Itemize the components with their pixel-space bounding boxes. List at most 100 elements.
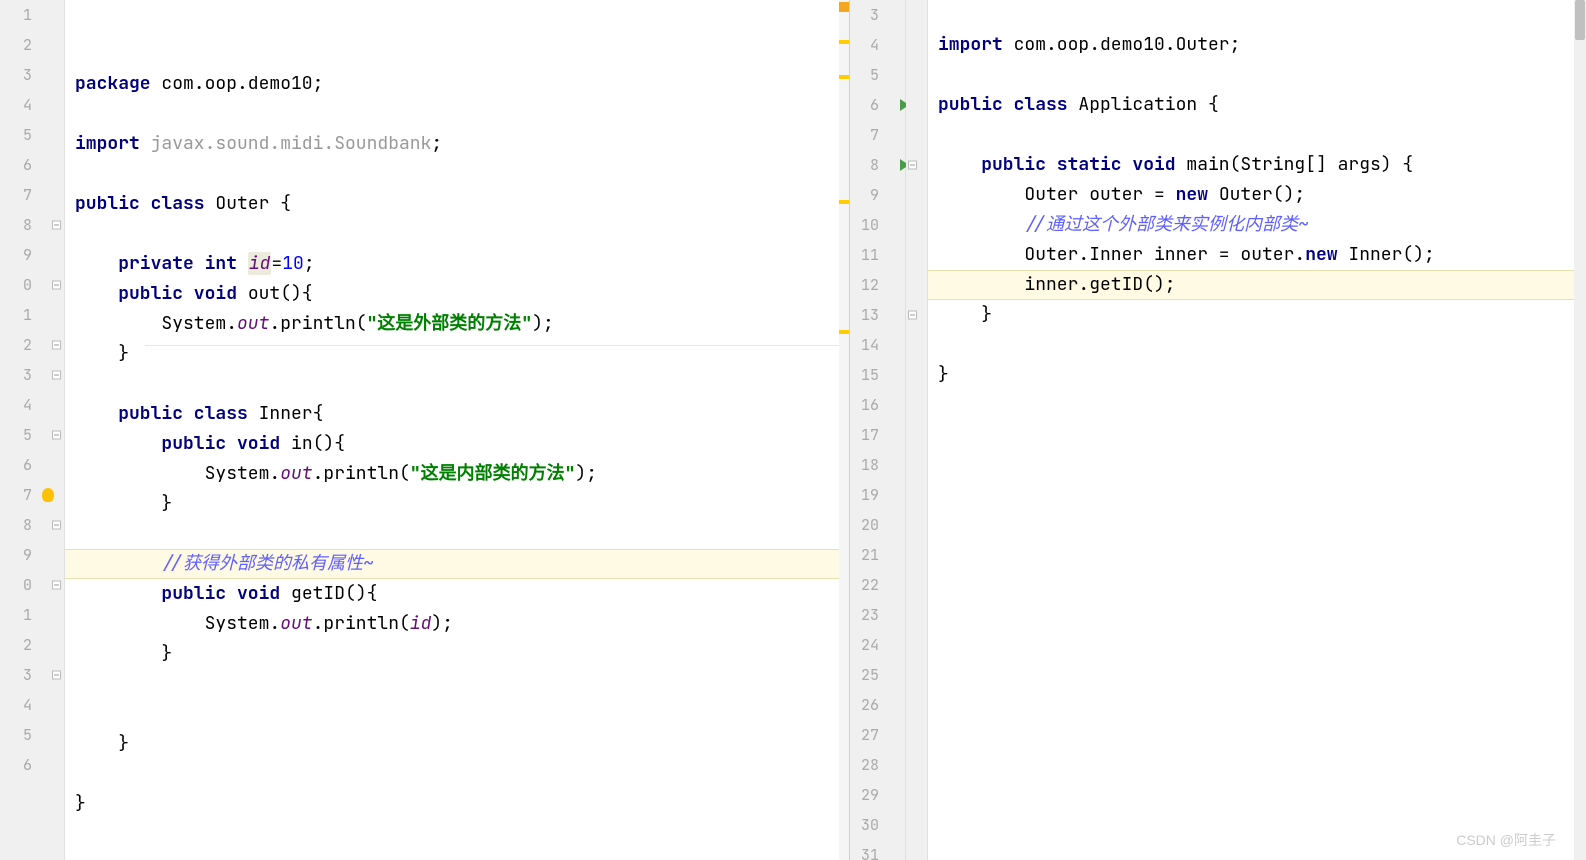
line-number[interactable]: 7	[0, 480, 38, 510]
warning-marker[interactable]	[839, 330, 849, 334]
line-number[interactable]: 28	[850, 750, 885, 780]
code-line[interactable]	[65, 219, 849, 249]
left-gutter[interactable]: 12345678901234567890123456	[0, 0, 65, 860]
code-line[interactable]: }	[65, 729, 849, 759]
code-line[interactable]: public class Application {	[928, 90, 1586, 120]
code-line[interactable]	[928, 660, 1586, 690]
gutter-row[interactable]: 7	[850, 120, 905, 150]
gutter-row[interactable]: 18	[850, 450, 905, 480]
gutter-row[interactable]: 31	[850, 840, 905, 860]
code-line[interactable]: Outer outer = new Outer();	[928, 180, 1586, 210]
line-number[interactable]: 31	[850, 840, 885, 860]
gutter-row[interactable]: 5	[0, 420, 64, 450]
gutter-row[interactable]: 8	[850, 150, 905, 180]
gutter-row[interactable]: 8	[0, 210, 64, 240]
gutter-row[interactable]: 22	[850, 570, 905, 600]
code-line[interactable]: public void getID(){	[65, 579, 849, 609]
line-number[interactable]: 7	[850, 120, 885, 150]
code-line[interactable]: }	[65, 789, 849, 819]
gutter-row[interactable]: 4	[0, 90, 64, 120]
code-line[interactable]	[928, 330, 1586, 360]
fold-toggle-icon[interactable]	[908, 311, 917, 320]
gutter-row[interactable]: 3	[850, 0, 905, 30]
line-number[interactable]: 3	[0, 60, 38, 90]
code-line[interactable]: }	[65, 339, 849, 369]
gutter-row[interactable]: 24	[850, 630, 905, 660]
code-line[interactable]	[928, 720, 1586, 750]
gutter-row[interactable]: 0	[0, 570, 64, 600]
gutter-row[interactable]: 4	[850, 30, 905, 60]
code-line[interactable]: System.out.println("这是外部类的方法");	[65, 309, 849, 339]
fold-toggle-icon[interactable]	[52, 221, 61, 230]
line-number[interactable]: 15	[850, 360, 885, 390]
line-number[interactable]: 3	[0, 360, 38, 390]
fold-toggle-icon[interactable]	[52, 431, 61, 440]
gutter-row[interactable]: 8	[0, 510, 64, 540]
fold-toggle-icon[interactable]	[52, 281, 61, 290]
gutter-row[interactable]: 20	[850, 510, 905, 540]
line-number[interactable]: 4	[0, 690, 38, 720]
code-line[interactable]: inner.getID();	[928, 270, 1586, 300]
line-number[interactable]: 0	[0, 570, 38, 600]
scrollbar-thumb[interactable]	[1575, 0, 1585, 40]
fold-toggle-icon[interactable]	[52, 581, 61, 590]
gutter-row[interactable]: 4	[0, 390, 64, 420]
gutter-row[interactable]: 6	[0, 750, 64, 780]
code-line[interactable]: //获得外部类的私有属性~	[65, 549, 849, 579]
line-number[interactable]: 27	[850, 720, 885, 750]
fold-toggle-icon[interactable]	[52, 341, 61, 350]
code-line[interactable]	[928, 390, 1586, 420]
gutter-row[interactable]: 6	[0, 150, 64, 180]
line-number[interactable]: 21	[850, 540, 885, 570]
line-number[interactable]: 11	[850, 240, 885, 270]
line-number[interactable]: 5	[0, 720, 38, 750]
gutter-row[interactable]: 1	[0, 600, 64, 630]
gutter-row[interactable]: 7	[0, 180, 64, 210]
gutter-row[interactable]: 7	[0, 480, 64, 510]
code-line[interactable]: import com.oop.demo10.Outer;	[928, 30, 1586, 60]
right-inner-gutter[interactable]	[906, 0, 928, 860]
code-line[interactable]: }	[65, 639, 849, 669]
code-line[interactable]: //通过这个外部类来实例化内部类~	[928, 210, 1586, 240]
gutter-row[interactable]: 2	[0, 630, 64, 660]
line-number[interactable]: 4	[850, 30, 885, 60]
code-line[interactable]	[928, 750, 1586, 780]
gutter-row[interactable]: 19	[850, 480, 905, 510]
code-line[interactable]: private int id=10;	[65, 249, 849, 279]
line-number[interactable]: 25	[850, 660, 885, 690]
gutter-row[interactable]: 27	[850, 720, 905, 750]
gutter-row[interactable]: 21	[850, 540, 905, 570]
line-number[interactable]: 8	[0, 510, 38, 540]
code-line[interactable]: public void out(){	[65, 279, 849, 309]
line-number[interactable]: 23	[850, 600, 885, 630]
gutter-row[interactable]: 30	[850, 810, 905, 840]
gutter-row[interactable]: 11	[850, 240, 905, 270]
line-number[interactable]: 1	[0, 300, 38, 330]
line-number[interactable]: 4	[0, 390, 38, 420]
code-line[interactable]	[928, 0, 1586, 30]
code-line[interactable]	[65, 669, 849, 699]
code-line[interactable]: }	[65, 489, 849, 519]
code-line[interactable]	[65, 519, 849, 549]
code-line[interactable]	[65, 99, 849, 129]
gutter-row[interactable]: 23	[850, 600, 905, 630]
gutter-row[interactable]: 5	[850, 60, 905, 90]
gutter-row[interactable]: 1	[0, 300, 64, 330]
line-number[interactable]: 5	[0, 120, 38, 150]
code-line[interactable]	[65, 819, 849, 849]
fold-toggle-icon[interactable]	[52, 521, 61, 530]
gutter-row[interactable]: 6	[850, 90, 905, 120]
right-code-area[interactable]: import com.oop.demo10.Outer; public class…	[928, 0, 1586, 860]
gutter-row[interactable]: 2	[0, 30, 64, 60]
code-line[interactable]: }	[928, 300, 1586, 330]
line-number[interactable]: 13	[850, 300, 885, 330]
code-line[interactable]: System.out.println("这是内部类的方法");	[65, 459, 849, 489]
line-number[interactable]: 2	[0, 330, 38, 360]
gutter-row[interactable]: 25	[850, 660, 905, 690]
code-line[interactable]	[928, 780, 1586, 810]
line-number[interactable]: 6	[0, 150, 38, 180]
line-number[interactable]: 10	[850, 210, 885, 240]
right-gutter[interactable]: 3456789101112131415161718192021222324252…	[850, 0, 906, 860]
gutter-row[interactable]: 13	[850, 300, 905, 330]
line-number[interactable]: 5	[0, 420, 38, 450]
